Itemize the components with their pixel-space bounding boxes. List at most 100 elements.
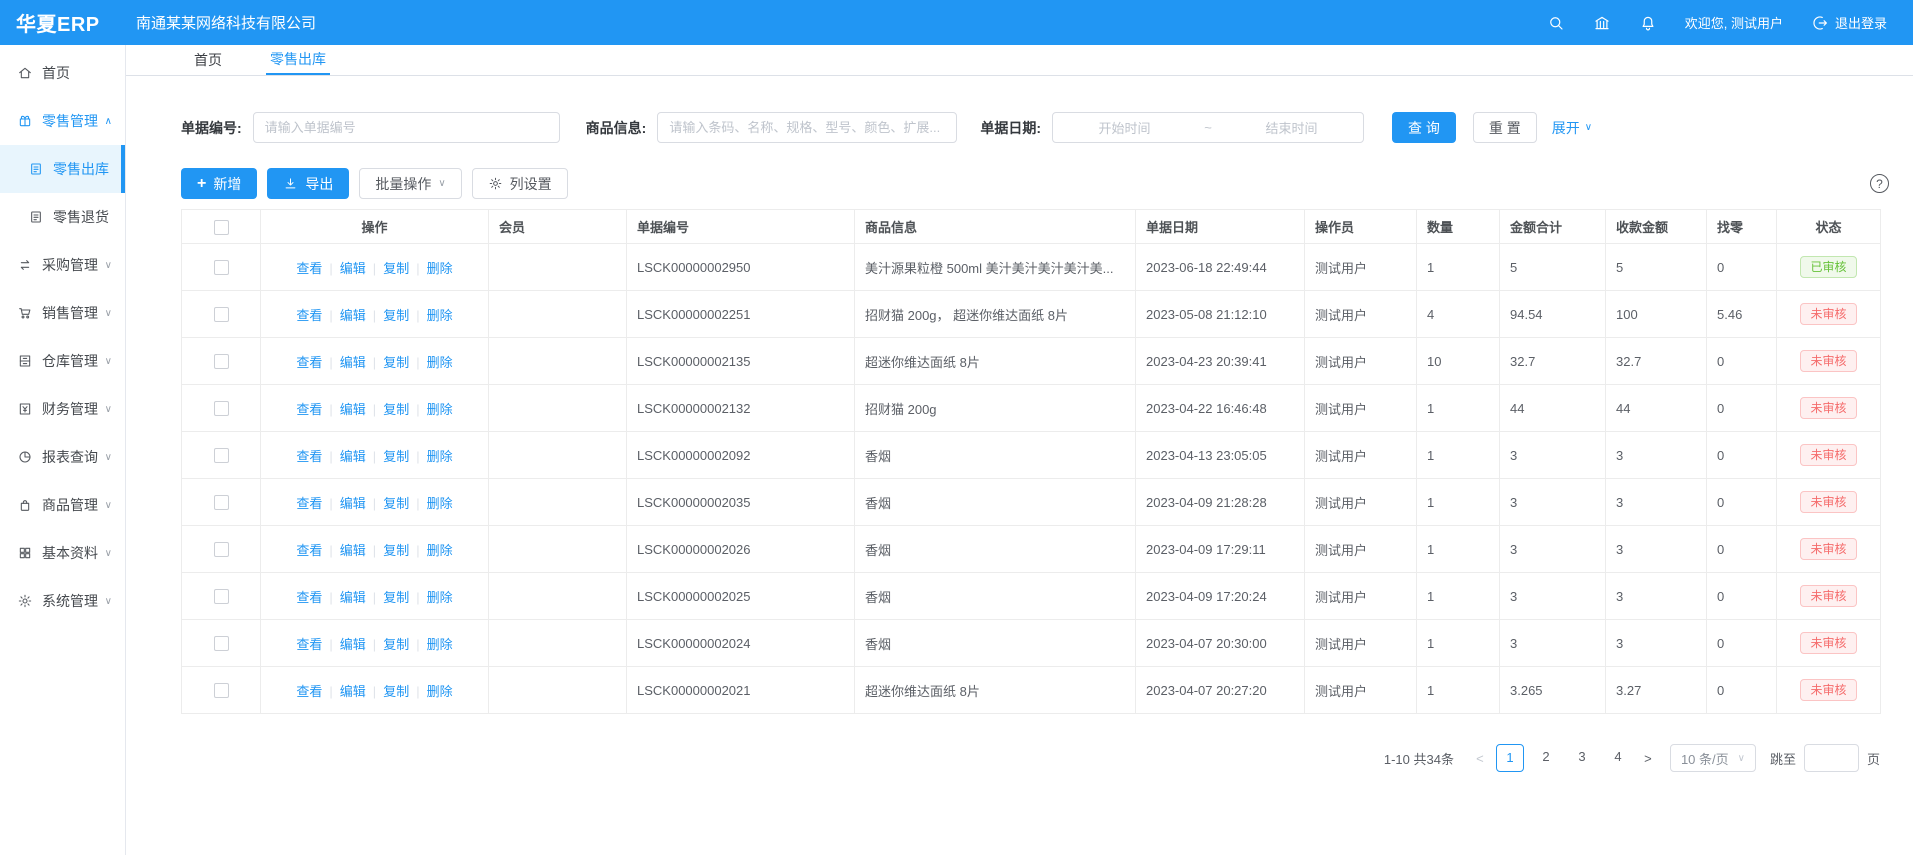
product-info-input[interactable]	[657, 112, 957, 143]
view-link[interactable]: 查看	[296, 449, 322, 464]
delete-link[interactable]: 删除	[427, 308, 453, 323]
page-button-4[interactable]: 4	[1604, 744, 1632, 772]
edit-link[interactable]: 编辑	[340, 449, 366, 464]
jump-to-input[interactable]	[1804, 744, 1859, 772]
bell-icon[interactable]	[1639, 14, 1657, 32]
sidebar-item-home[interactable]: 首页	[0, 49, 125, 97]
expand-toggle[interactable]: 展开 ∨	[1552, 118, 1592, 138]
logout-icon	[1811, 14, 1829, 32]
page-button-3[interactable]: 3	[1568, 744, 1596, 772]
row-checkbox[interactable]	[214, 683, 229, 698]
member-cell	[489, 573, 627, 620]
edit-link[interactable]: 编辑	[340, 496, 366, 511]
add-button[interactable]: + 新增	[181, 168, 257, 199]
view-link[interactable]: 查看	[296, 496, 322, 511]
copy-link[interactable]: 复制	[383, 261, 409, 276]
copy-link[interactable]: 复制	[383, 496, 409, 511]
view-link[interactable]: 查看	[296, 543, 322, 558]
view-link[interactable]: 查看	[296, 684, 322, 699]
sidebar-item-label: 采购管理	[42, 255, 98, 275]
tab-home[interactable]: 首页	[190, 45, 226, 75]
total-cell: 44	[1500, 385, 1606, 432]
sidebar-item-finance[interactable]: 财务管理 ∨	[0, 385, 125, 433]
delete-link[interactable]: 删除	[427, 261, 453, 276]
sidebar-item-sales[interactable]: 销售管理 ∨	[0, 289, 125, 337]
edit-link[interactable]: 编辑	[340, 543, 366, 558]
col-qty: 数量	[1417, 210, 1500, 244]
delete-link[interactable]: 删除	[427, 684, 453, 699]
delete-link[interactable]: 删除	[427, 355, 453, 370]
copy-link[interactable]: 复制	[383, 355, 409, 370]
select-all-checkbox[interactable]	[214, 220, 229, 235]
row-checkbox[interactable]	[214, 354, 229, 369]
row-checkbox[interactable]	[214, 401, 229, 416]
copy-link[interactable]: 复制	[383, 543, 409, 558]
sidebar-item-goods[interactable]: 商品管理 ∨	[0, 481, 125, 529]
row-checkbox[interactable]	[214, 495, 229, 510]
sidebar-item-basic-data[interactable]: 基本资料 ∨	[0, 529, 125, 577]
row-select-cell	[182, 620, 261, 667]
search-button[interactable]: 查 询	[1392, 112, 1456, 143]
delete-link[interactable]: 删除	[427, 543, 453, 558]
sidebar-item-reports[interactable]: 报表查询 ∨	[0, 433, 125, 481]
view-link[interactable]: 查看	[296, 590, 322, 605]
member-cell	[489, 479, 627, 526]
edit-link[interactable]: 编辑	[340, 402, 366, 417]
search-icon[interactable]	[1547, 14, 1565, 32]
product-info-cell: 招财猫 200g	[855, 385, 1136, 432]
delete-link[interactable]: 删除	[427, 496, 453, 511]
view-link[interactable]: 查看	[296, 402, 322, 417]
column-settings-button[interactable]: 列设置	[472, 168, 568, 199]
view-link[interactable]: 查看	[296, 355, 322, 370]
edit-link[interactable]: 编辑	[340, 637, 366, 652]
next-page-button[interactable]: >	[1636, 751, 1660, 766]
page-size-select[interactable]: 10 条/页 ∨	[1670, 744, 1756, 772]
sidebar-item-system[interactable]: 系统管理 ∨	[0, 577, 125, 625]
member-cell	[489, 385, 627, 432]
row-checkbox[interactable]	[214, 589, 229, 604]
row-checkbox[interactable]	[214, 260, 229, 275]
edit-link[interactable]: 编辑	[340, 590, 366, 605]
view-link[interactable]: 查看	[296, 637, 322, 652]
order-no-cell: LSCK00000002950	[627, 244, 855, 291]
row-checkbox[interactable]	[214, 636, 229, 651]
view-link[interactable]: 查看	[296, 308, 322, 323]
doc-no-input[interactable]	[253, 112, 560, 143]
delete-link[interactable]: 删除	[427, 402, 453, 417]
logout-button[interactable]: 退出登录	[1811, 13, 1887, 32]
delete-link[interactable]: 删除	[427, 637, 453, 652]
sidebar-item-retail-return[interactable]: 零售退货	[0, 193, 125, 241]
sidebar-item-purchase[interactable]: 采购管理 ∨	[0, 241, 125, 289]
row-checkbox[interactable]	[214, 542, 229, 557]
date-range-input[interactable]: 开始时间 ~ 结束时间	[1052, 112, 1364, 143]
platform-icon[interactable]	[1593, 14, 1611, 32]
prev-page-button[interactable]: <	[1468, 751, 1492, 766]
help-icon[interactable]: ?	[1870, 174, 1889, 193]
row-checkbox[interactable]	[214, 448, 229, 463]
sidebar-item-retail-outbound[interactable]: 零售出库	[0, 145, 125, 193]
tab-retail-outbound[interactable]: 零售出库	[266, 45, 330, 75]
delete-link[interactable]: 删除	[427, 449, 453, 464]
page-button-1[interactable]: 1	[1496, 744, 1524, 772]
reset-button[interactable]: 重 置	[1473, 112, 1537, 143]
edit-link[interactable]: 编辑	[340, 261, 366, 276]
copy-link[interactable]: 复制	[383, 590, 409, 605]
export-button[interactable]: 导出	[267, 168, 349, 199]
copy-link[interactable]: 复制	[383, 684, 409, 699]
copy-link[interactable]: 复制	[383, 402, 409, 417]
page-button-2[interactable]: 2	[1532, 744, 1560, 772]
sidebar-item-warehouse[interactable]: 仓库管理 ∨	[0, 337, 125, 385]
edit-link[interactable]: 编辑	[340, 684, 366, 699]
edit-link[interactable]: 编辑	[340, 308, 366, 323]
copy-link[interactable]: 复制	[383, 637, 409, 652]
received-cell: 5	[1606, 244, 1707, 291]
row-checkbox[interactable]	[214, 307, 229, 322]
sidebar-item-retail[interactable]: 零售管理 ∧	[0, 97, 125, 145]
delete-link[interactable]: 删除	[427, 590, 453, 605]
copy-link[interactable]: 复制	[383, 308, 409, 323]
edit-link[interactable]: 编辑	[340, 355, 366, 370]
view-link[interactable]: 查看	[296, 261, 322, 276]
batch-operations-button[interactable]: 批量操作 ∨	[359, 168, 461, 199]
status-badge: 未审核	[1800, 585, 1856, 607]
copy-link[interactable]: 复制	[383, 449, 409, 464]
